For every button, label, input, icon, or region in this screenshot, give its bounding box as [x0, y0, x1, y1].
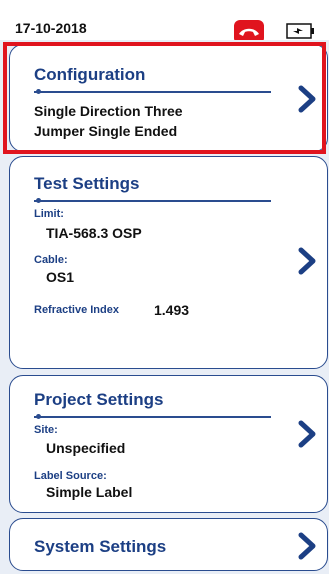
- divider-dot-icon: [36, 89, 41, 94]
- divider-dot-icon: [36, 198, 41, 203]
- project-settings-divider: [34, 416, 271, 418]
- refractive-index-label: Refractive Index: [34, 304, 119, 316]
- test-settings-title: Test Settings: [34, 174, 140, 193]
- divider-dot-icon: [36, 414, 41, 419]
- label-source-value: Simple Label: [46, 484, 133, 500]
- cable-label: Cable:: [34, 254, 68, 266]
- cable-value: OS1: [46, 269, 75, 285]
- test-settings-panel[interactable]: Test Settings Limit: TIA-568.3 OSP Cable…: [9, 156, 328, 369]
- status-date: 17-10-2018: [15, 20, 87, 36]
- chevron-right-icon: [297, 420, 317, 448]
- limit-value: TIA-568.3 OSP: [46, 225, 142, 241]
- configuration-title: Configuration: [34, 65, 146, 84]
- refractive-index-value: 1.493: [154, 302, 190, 318]
- test-settings-divider: [34, 200, 271, 202]
- project-settings-panel[interactable]: Project Settings Site: Unspecified Label…: [9, 375, 328, 513]
- limit-label: Limit:: [34, 208, 64, 220]
- configuration-panel[interactable]: Configuration Single Direction Three Jum…: [9, 44, 328, 152]
- configuration-line-1: Single Direction Three: [34, 103, 183, 119]
- system-settings-title: System Settings: [34, 537, 167, 556]
- system-settings-panel[interactable]: System Settings: [9, 518, 328, 571]
- status-bar: 17-10-2018: [0, 0, 329, 44]
- project-settings-title: Project Settings: [34, 390, 164, 409]
- configuration-line-2: Jumper Single Ended: [34, 123, 178, 139]
- chevron-right-icon: [297, 247, 317, 275]
- chevron-right-icon: [297, 85, 317, 113]
- chevron-right-icon: [297, 532, 317, 560]
- site-value: Unspecified: [46, 440, 126, 456]
- configuration-divider: [34, 91, 271, 93]
- battery-icon: [286, 23, 316, 39]
- site-label: Site:: [34, 424, 58, 436]
- label-source-label: Label Source:: [34, 470, 107, 482]
